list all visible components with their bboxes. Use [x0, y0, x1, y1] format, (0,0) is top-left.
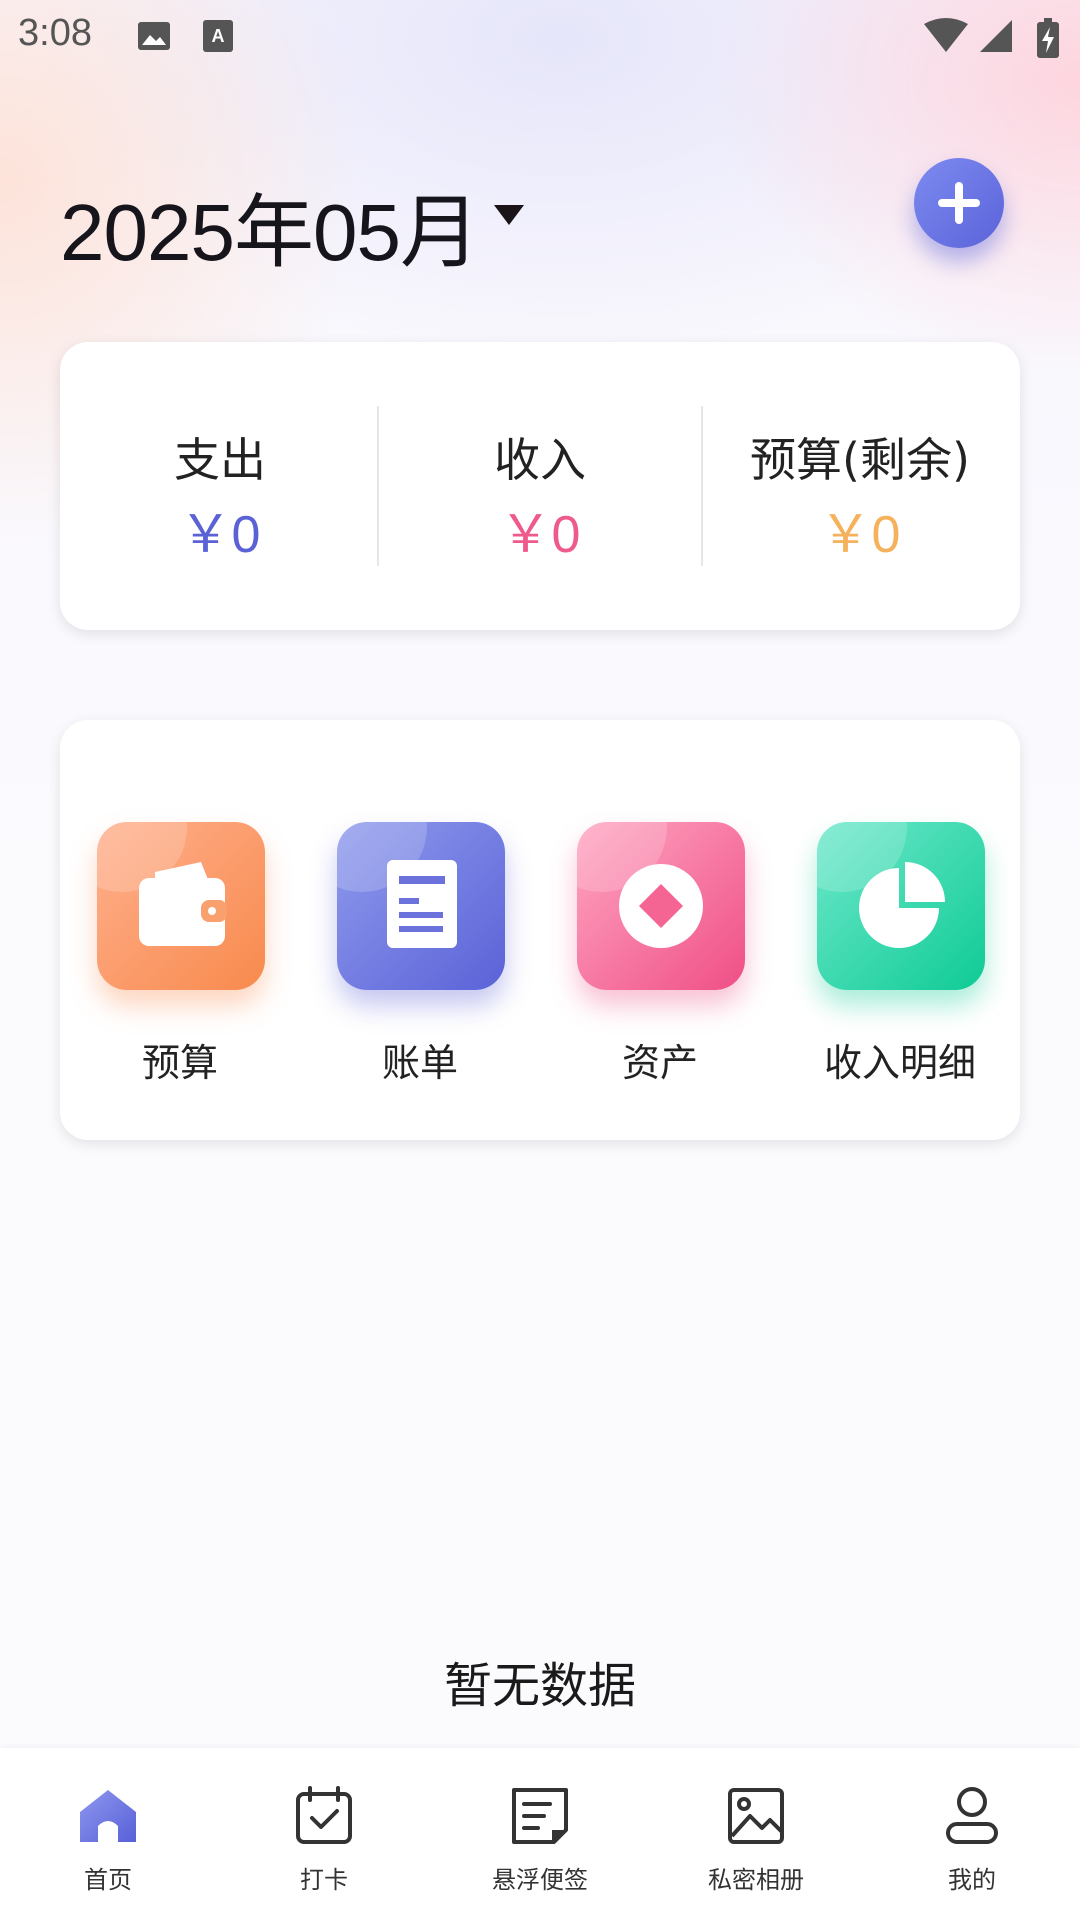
shortcut-card: 预算 账单 资产 收入明细	[60, 720, 1020, 1140]
nav-label: 我的	[948, 1866, 996, 1894]
nav-label: 私密相册	[708, 1866, 804, 1894]
nav-label: 打卡	[300, 1866, 348, 1894]
battery-charging-icon	[1037, 18, 1059, 58]
shortcut-label: 收入明细	[823, 1041, 976, 1085]
nav-label: 悬浮便签	[492, 1866, 588, 1894]
status-bar: 3:08 A	[0, 0, 1080, 72]
document-tile[interactable]	[337, 822, 505, 990]
income-value: ￥0	[499, 506, 581, 564]
caret-down-icon[interactable]	[494, 205, 524, 225]
income-summary[interactable]: 收入 ￥0	[380, 342, 700, 630]
nav-home[interactable]: 首页	[0, 1748, 216, 1920]
budget-value: ￥0	[819, 506, 901, 564]
month-selector[interactable]: 2025年05月	[60, 168, 480, 284]
shortcut-label: 账单	[381, 1041, 458, 1085]
coin-tile[interactable]	[577, 822, 745, 990]
keyboard-notification-icon: A	[203, 20, 233, 52]
nav-checkin[interactable]: 打卡	[216, 1748, 432, 1920]
coin-icon	[619, 864, 703, 948]
wallet-tile[interactable]	[97, 822, 265, 990]
bottom-nav: 首页 打卡 悬浮便签 私密相册 我的	[0, 1748, 1080, 1920]
nav-private-album[interactable]: 私密相册	[648, 1748, 864, 1920]
expense-label: 支出	[174, 433, 266, 487]
document-icon	[387, 860, 457, 948]
gallery-notification-icon	[138, 22, 170, 50]
home-icon	[80, 1790, 136, 1842]
income-label: 收入	[494, 433, 586, 487]
shortcut-label: 资产	[621, 1041, 698, 1085]
status-time: 3:08	[18, 12, 92, 54]
budget-label: 预算(剩余)	[750, 433, 970, 487]
budget-summary[interactable]: 预算(剩余) ￥0	[700, 342, 1020, 630]
svg-text:A: A	[212, 26, 225, 46]
expense-summary[interactable]: 支出 ￥0	[60, 342, 380, 630]
expense-value: ￥0	[179, 506, 261, 564]
note-icon	[512, 1788, 568, 1844]
calendar-check-icon	[296, 1786, 352, 1844]
nav-floating-note[interactable]: 悬浮便签	[432, 1748, 648, 1920]
empty-state-text: 暂无数据	[443, 1658, 636, 1714]
shortcut-budget[interactable]: 预算	[60, 720, 300, 1140]
summary-card: 支出 ￥0 收入 ￥0 预算(剩余) ￥0	[60, 342, 1020, 630]
shortcut-label: 预算	[141, 1041, 218, 1085]
cellular-signal-icon	[980, 20, 1012, 52]
shortcut-bills[interactable]: 账单	[300, 720, 540, 1140]
wallet-icon	[139, 862, 227, 946]
nav-label: 首页	[84, 1866, 132, 1894]
divider	[377, 406, 379, 566]
wifi-icon	[924, 18, 968, 52]
nav-mine[interactable]: 我的	[864, 1748, 1080, 1920]
person-icon	[946, 1787, 998, 1844]
add-record-button[interactable]	[914, 158, 1004, 248]
pie-chart-icon	[859, 862, 945, 948]
shortcut-income-detail[interactable]: 收入明细	[780, 720, 1020, 1140]
image-icon	[728, 1788, 784, 1844]
shortcut-assets[interactable]: 资产	[540, 720, 780, 1140]
pie-chart-tile[interactable]	[817, 822, 985, 990]
